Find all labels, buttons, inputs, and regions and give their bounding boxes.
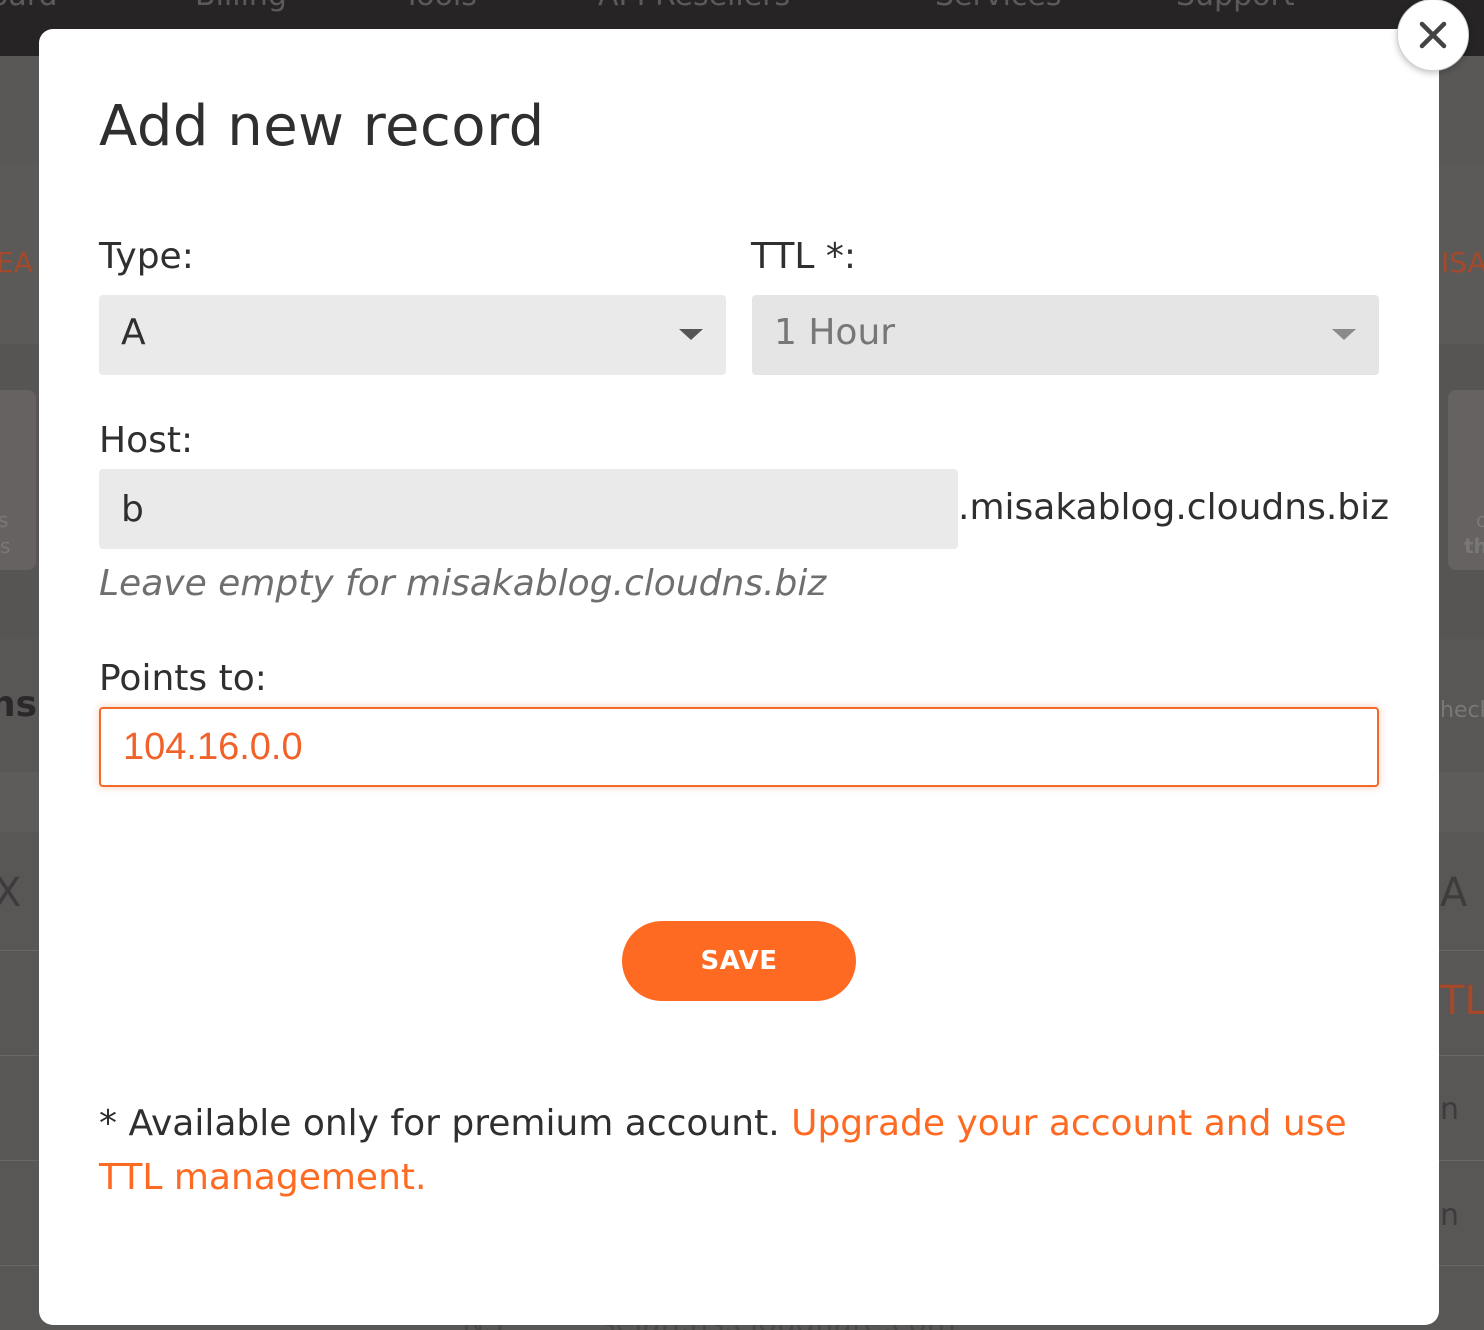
chevron-down-icon bbox=[1332, 329, 1356, 340]
points-to-input[interactable] bbox=[99, 707, 1379, 787]
bg-fragment: c bbox=[1476, 508, 1484, 532]
bg-nav-item: Services bbox=[935, 0, 1062, 13]
host-domain-suffix: .misakablog.cloudns.biz bbox=[958, 487, 1390, 528]
bg-fragment: heck bbox=[1440, 698, 1484, 723]
bg-nav-item: Tools bbox=[403, 0, 477, 13]
close-button[interactable] bbox=[1397, 0, 1469, 71]
premium-note: * Available only for premium account. Up… bbox=[99, 1097, 1359, 1205]
bg-nav-item: Support bbox=[1176, 0, 1295, 13]
bg-fragment: s bbox=[0, 508, 9, 532]
ttl-label: TTL *: bbox=[751, 236, 856, 277]
modal-title: Add new record bbox=[99, 94, 545, 159]
bg-fragment: A bbox=[1440, 870, 1468, 916]
bg-fragment: ISA bbox=[1441, 246, 1484, 279]
bg-fragment: EA bbox=[0, 246, 33, 279]
bg-fragment: s bbox=[0, 534, 11, 558]
type-select-value: A bbox=[121, 312, 146, 353]
bg-nav-item: oard bbox=[0, 0, 58, 13]
type-select[interactable]: A bbox=[99, 295, 726, 375]
bg-fragment: n bbox=[1440, 1198, 1460, 1233]
bg-fragment: n bbox=[1440, 1092, 1460, 1127]
bg-fragment: TL bbox=[1440, 978, 1484, 1024]
type-label: Type: bbox=[99, 236, 194, 277]
premium-note-text: * Available only for premium account. bbox=[99, 1103, 780, 1144]
host-input[interactable] bbox=[99, 469, 958, 549]
close-icon bbox=[1419, 21, 1447, 49]
host-label: Host: bbox=[99, 420, 194, 461]
bg-fragment: th bbox=[1464, 534, 1484, 558]
ttl-select[interactable]: 1 Hour bbox=[752, 295, 1379, 375]
bg-nav-item: Billing bbox=[195, 0, 287, 13]
bg-fragment: X bbox=[0, 870, 22, 916]
ttl-select-value: 1 Hour bbox=[774, 312, 896, 353]
bg-nav-item: API Resellers bbox=[598, 0, 790, 13]
save-button[interactable]: SAVE bbox=[622, 921, 856, 1001]
points-to-label: Points to: bbox=[99, 658, 267, 699]
chevron-down-icon bbox=[679, 329, 703, 340]
host-hint: Leave empty for misakablog.cloudns.biz bbox=[99, 563, 827, 604]
